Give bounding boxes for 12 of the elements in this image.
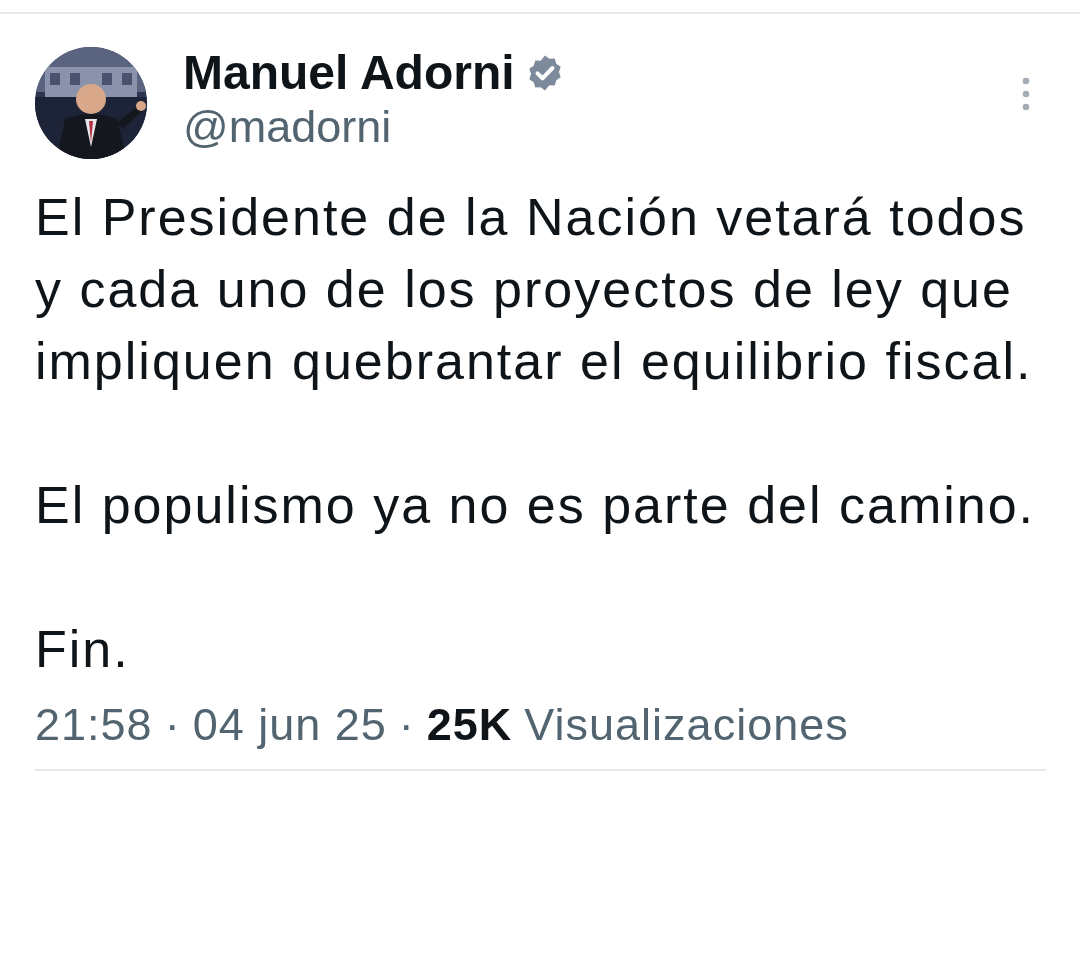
author-handle: @madorni	[183, 100, 393, 154]
tweet-text: El Presidente de la Nación vetará todos y cada uno de los proyectos de ley que impliquen quebrantar el equilibrio fiscal.	[35, 187, 1034, 392]
author-name: Manuel Adorni	[183, 47, 515, 99]
post-time: 21:58	[35, 698, 153, 752]
tweet-text: Fin.	[35, 619, 131, 680]
views-count: 25K	[426, 698, 513, 752]
views-label: Visualizaciones	[524, 698, 849, 752]
tweet-text: El populismo ya no es parte del camino.	[35, 475, 1037, 536]
separator-dot: ·	[164, 698, 181, 752]
post-date: 04 jun 25	[192, 698, 387, 752]
separator-dot: ·	[398, 698, 415, 752]
more-options-icon[interactable]	[1022, 77, 1030, 111]
